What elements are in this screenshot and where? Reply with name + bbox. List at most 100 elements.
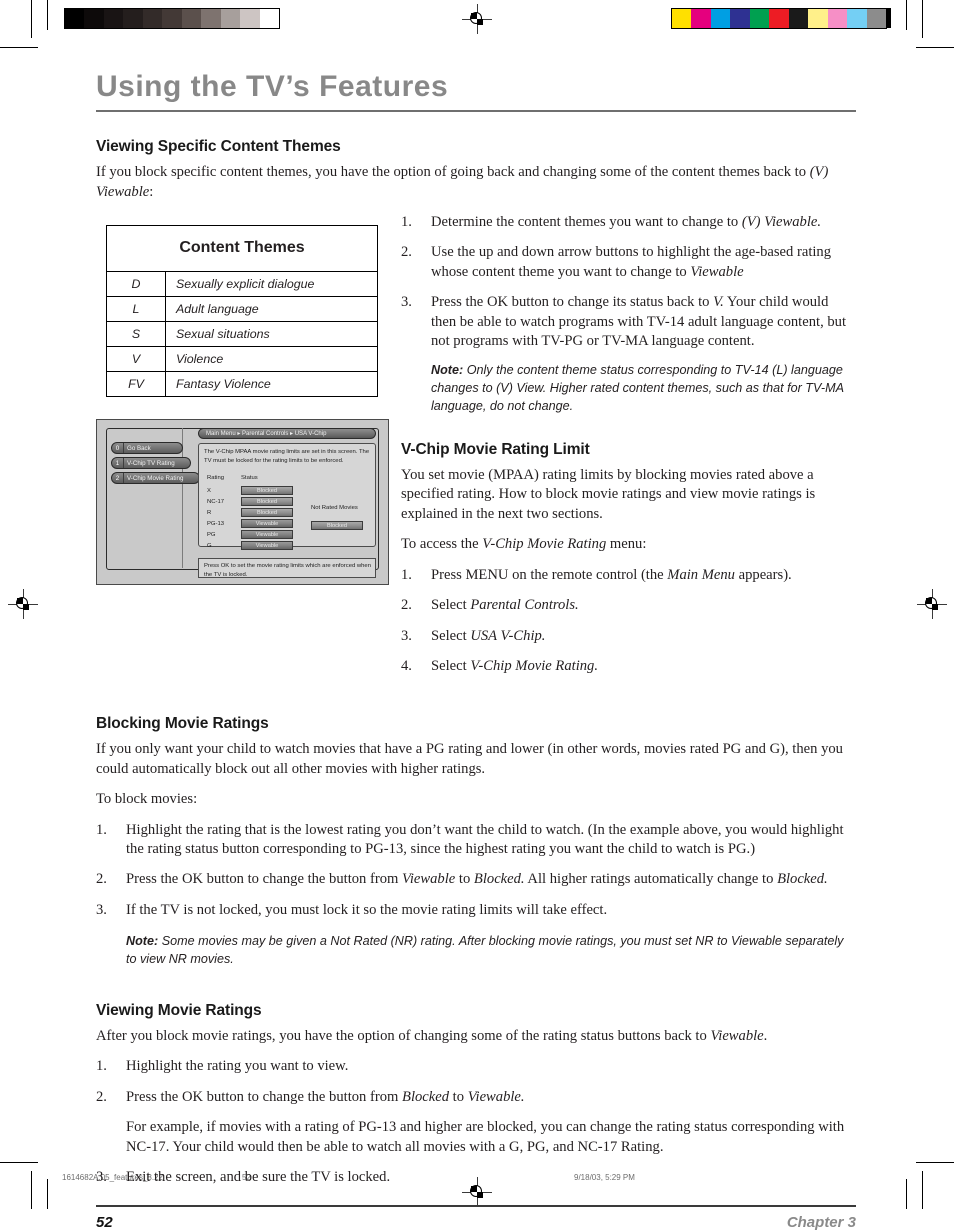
note-text: Only the content theme status correspond… [431,363,844,414]
step-text-emphasis: V. [713,294,724,311]
tv-rating-label: R [207,510,212,516]
list-item: 3. Select USA V-Chip. [401,627,856,646]
crop-mark-bottom-right-horizontal [916,1162,954,1163]
color-bar-patch [788,9,809,28]
theme-code: D [106,271,166,297]
theme-description: Adult language [165,296,378,322]
crop-mark-bottom-right-vertical [922,1171,923,1209]
list-item: 3. If the TV is not locked, you must loc… [96,901,856,920]
theme-description: Sexually explicit dialogue [165,271,378,297]
crop-mark-bottom-left-vertical [31,1171,32,1209]
tv-rating-status-button[interactable]: Viewable [241,530,293,539]
registration-square-top-right [871,8,891,28]
list-item: 1. Highlight the rating that is the lowe… [96,821,856,860]
wedge-patch [201,9,221,28]
wedge-patch [84,9,104,28]
movie-rating-access-line: To access the V-Chip Movie Rating menu: [401,535,856,554]
list-item: 1. Highlight the rating you want to view… [96,1057,856,1076]
list-item-text: Press the OK button to change the button… [126,870,856,889]
crop-mark-top-left-vertical [31,0,32,38]
tv-panel-footer-hint: Press OK to set the movie rating limits … [198,558,376,578]
tv-breadcrumb: Main Menu ▸ Parental Controls ▸ USA V-Ch… [198,428,376,439]
step-text-emphasis: Parental Controls. [470,597,579,614]
tv-menu-button-vchip-movie-rating[interactable]: 2 V-Chip Movie Rating [111,472,200,484]
tv-menu-button-go-back[interactable]: 0 Go Back [111,442,183,454]
tv-button-label: V-Chip Movie Rating [127,475,184,482]
wedge-patch [240,9,260,28]
note-content-themes: Note: Only the content theme status corr… [431,362,856,416]
theme-code: L [106,296,166,322]
tv-screen-illustration: 0 Go Back 1 V-Chip TV Rating 2 V-Chip Movie… [96,419,389,585]
tv-column-header-rating: Rating [207,475,225,481]
step-text: Press MENU on the remote control (the [431,566,668,583]
color-bar-patch [730,9,750,28]
heading-vchip-movie-rating-limit: V-Chip Movie Rating Limit [401,441,590,459]
step-text: All higher ratings automatically change … [524,871,778,888]
registration-target-left [8,589,38,619]
wedge-patch [259,9,279,28]
list-item-text: Determine the content themes you want to… [431,213,856,232]
tv-rating-status-button[interactable]: Viewable [241,519,293,528]
wedge-patch [123,9,143,28]
tv-rating-label: PG-13 [207,521,225,527]
tv-button-index: 2 [112,473,124,483]
theme-description: Sexual situations [165,321,378,347]
step-text-emphasis: V-Chip Movie Rating. [470,657,598,674]
blocking-paragraph-2: To block movies: [96,791,198,808]
viewing-intro-emphasis: Viewable [710,1027,764,1044]
list-item: 2. Select Parental Controls. [401,596,856,615]
page-content: Using the TV’s Features Viewing Specific… [96,70,856,1231]
color-bar-patch [827,9,848,28]
access-text-a: To access the [401,536,483,553]
tv-rating-status-button[interactable]: Blocked [241,486,293,495]
grayscale-step-wedge [64,8,280,29]
wedge-patch [142,9,163,28]
list-item-number: 2. [96,1088,107,1105]
step-text-emphasis: Viewable [402,871,456,888]
theme-description: Violence [165,346,378,372]
wedge-patch [103,9,124,28]
wedge-patch [162,9,182,28]
tv-menu-button-vchip-tv-rating[interactable]: 1 V-Chip TV Rating [111,457,191,469]
list-item-text: Select V-Chip Movie Rating. [431,657,856,676]
step-text: to [449,1088,468,1105]
table-row: S Sexual situations [106,321,378,347]
heading-blocking-movie-ratings: Blocking Movie Ratings [96,715,269,733]
tv-rating-label: G [207,543,212,549]
list-item-number: 1. [401,214,412,230]
step-text: For example, if movies with a rating of … [126,1119,845,1155]
list-item-text: Press the OK button to change its status… [431,293,856,351]
wedge-patch [220,9,241,28]
page-footer: 52 Chapter 3 [96,1214,856,1231]
step-text-emphasis: USA V-Chip. [470,627,546,644]
step-text-emphasis: Blocked. [473,871,525,888]
color-bar-patch [710,9,731,28]
viewing-intro-a: After you block movie ratings, you have … [96,1027,711,1044]
theme-code: V [106,346,166,372]
tv-rating-status-button[interactable]: Blocked [241,497,293,506]
step-text: Select [431,597,471,614]
tv-not-rated-status-button[interactable]: Blocked [311,521,363,530]
tv-rating-status-button[interactable]: Blocked [241,508,293,517]
step-text: Select [431,627,471,644]
theme-code: S [106,321,166,347]
list-item-number: 2. [96,871,107,888]
access-menu-name: V-Chip Movie Rating [482,536,607,553]
page-title: Using the TV’s Features [96,70,449,103]
content-themes-intro: If you block specific content themes, yo… [96,163,856,202]
list-item-text: Exit the screen, and be sure the TV is l… [126,1168,856,1187]
note-text: Some movies may be given a Not Rated (NR… [126,934,844,967]
viewing-intro-c: . [763,1027,768,1044]
color-bar-patch [866,9,886,28]
table-row: FV Fantasy Violence [106,371,378,397]
note-label: Note: [126,934,159,949]
table-row: V Violence [106,346,378,372]
footer-divider [96,1205,856,1207]
crop-mark-bottom-left-horizontal [0,1162,38,1163]
step-text: to [455,871,474,888]
tv-rating-status-button[interactable]: Viewable [241,541,293,550]
step-text-emphasis: Main Menu [667,566,735,583]
list-item: 2. Press the OK button to change the but… [96,870,856,889]
theme-description: Fantasy Violence [165,371,378,397]
step-text: Use the up and down arrow buttons to hig… [431,244,832,280]
